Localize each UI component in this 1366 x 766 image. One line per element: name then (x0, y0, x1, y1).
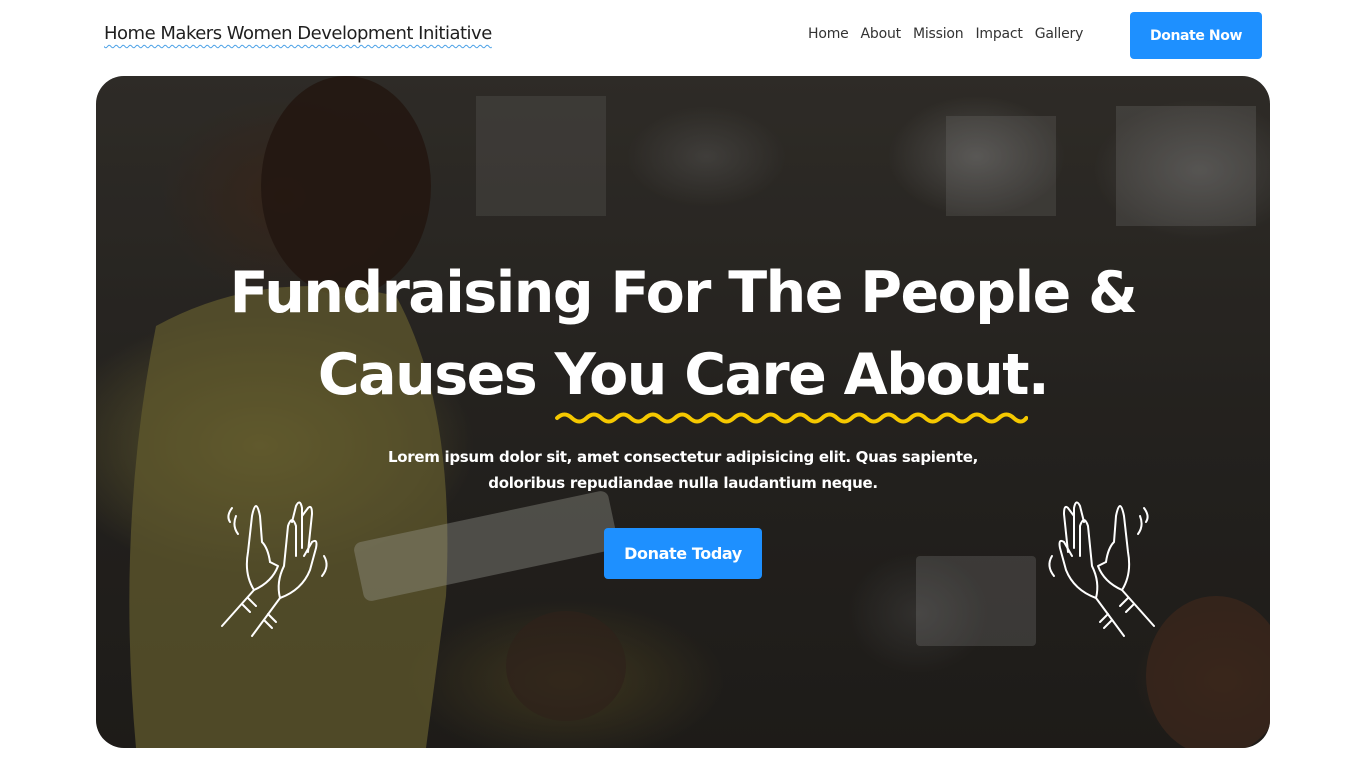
headline-highlight: You Care About (554, 334, 1030, 424)
nav-mission[interactable]: Mission (913, 26, 964, 42)
hero-subtext: Lorem ipsum dolor sit, amet consectetur … (388, 448, 978, 492)
headline-highlight-text: You Care About (554, 342, 1030, 408)
hero-headline: Fundraising For The People & Causes You … (96, 252, 1270, 424)
nav-impact[interactable]: Impact (975, 26, 1022, 42)
wavy-underline-icon (554, 412, 1028, 424)
site-logo[interactable]: Home Makers Women Development Initiative (104, 23, 492, 44)
site-header: Home Makers Women Development Initiative… (0, 0, 1366, 72)
clapping-hands-icon (1048, 501, 1155, 637)
donate-now-button[interactable]: Donate Now (1130, 12, 1262, 59)
hero-content: Fundraising For The People & Causes You … (96, 76, 1270, 748)
main-nav: Home About Mission Impact Gallery (808, 26, 1083, 42)
headline-line-1: Fundraising For The People & (229, 260, 1138, 326)
nav-gallery[interactable]: Gallery (1035, 26, 1084, 42)
nav-about[interactable]: About (861, 26, 902, 42)
nav-home[interactable]: Home (808, 26, 849, 42)
hero-section: Fundraising For The People & Causes You … (96, 76, 1270, 748)
donate-today-button[interactable]: Donate Today (604, 528, 762, 579)
headline-line-2-start: Causes (317, 342, 555, 408)
clapping-hands-icon (221, 501, 328, 637)
headline-end: . (1028, 342, 1050, 408)
